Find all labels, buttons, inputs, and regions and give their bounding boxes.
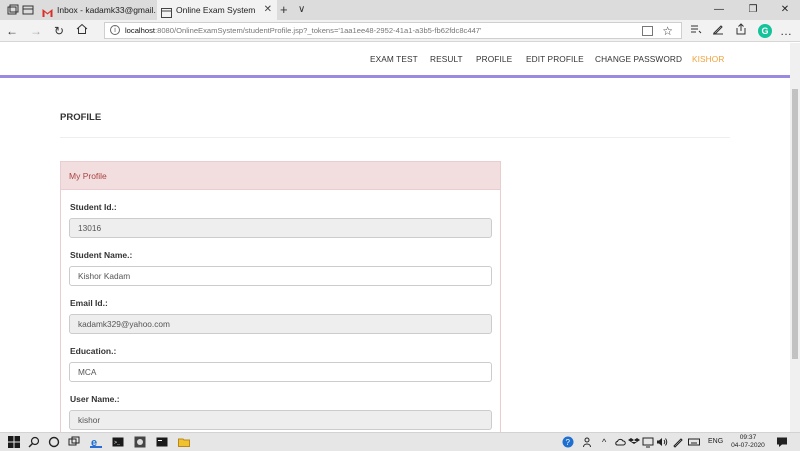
home-icon[interactable]	[74, 23, 90, 39]
action-center-icon[interactable]	[776, 436, 788, 448]
task-view-icon[interactable]	[68, 436, 80, 448]
dropbox-icon[interactable]	[628, 436, 640, 448]
show-hidden-icons-icon[interactable]: ^	[602, 435, 606, 449]
url-text[interactable]: localhost:8080/OnlineExamSystem/studentP…	[125, 23, 481, 39]
command-prompt-icon[interactable]: >_	[112, 436, 124, 448]
people-icon[interactable]	[582, 436, 594, 448]
user-name-field[interactable]	[69, 410, 492, 430]
nav-user-kishor[interactable]: KISHOR	[692, 54, 724, 64]
gmail-icon	[42, 5, 53, 17]
favorites-hub-icon[interactable]	[688, 23, 704, 39]
close-tab-icon[interactable]: ✕	[264, 0, 272, 20]
favorite-star-icon[interactable]: ☆	[662, 23, 673, 39]
email-id-field[interactable]	[69, 314, 492, 334]
svg-text:?: ?	[566, 438, 571, 447]
education-label: Education.:	[70, 346, 117, 356]
refresh-icon[interactable]: ↻	[51, 23, 67, 39]
clock-time: 09:37	[739, 434, 757, 441]
search-icon[interactable]	[28, 436, 40, 448]
tab-inbox[interactable]: Inbox - kadamk33@gmail.c	[38, 0, 156, 20]
page-icon	[161, 5, 172, 18]
network-icon[interactable]	[642, 436, 654, 448]
browser-toolbar: ← → ↻ i localhost:8080/OnlineExamSystem/…	[0, 20, 800, 42]
minimize-button[interactable]: —	[704, 0, 734, 20]
tab-online-exam-system[interactable]: Online Exam System ✕	[157, 0, 277, 20]
user-name-label: User Name.:	[70, 394, 120, 404]
terminal-icon[interactable]	[156, 436, 168, 448]
reading-view-icon[interactable]	[642, 26, 653, 36]
tab-label: Inbox - kadamk33@gmail.c	[57, 5, 156, 15]
student-id-field[interactable]	[69, 218, 492, 238]
tab-list-button[interactable]: ∨	[298, 2, 305, 18]
panel-heading: My Profile	[61, 162, 500, 190]
profile-panel: My Profile Student Id.: Student Name.: E…	[60, 161, 501, 432]
nav-exam-test[interactable]: EXAM TEST	[370, 54, 418, 64]
student-name-label: Student Name.:	[70, 250, 133, 260]
svg-text:>_: >_	[114, 440, 121, 446]
email-id-label: Email Id.:	[70, 298, 108, 308]
address-bar[interactable]: i localhost:8080/OnlineExamSystem/studen…	[104, 22, 682, 39]
volume-icon[interactable]	[656, 436, 668, 448]
cloud-icon[interactable]	[614, 436, 626, 448]
forward-icon[interactable]: →	[28, 23, 44, 39]
clock-date: 04-07-2020	[731, 442, 765, 449]
web-note-icon[interactable]	[710, 23, 726, 39]
edge-browser-icon[interactable]: e	[90, 436, 102, 449]
svg-text:e: e	[91, 437, 97, 448]
close-window-button[interactable]: ✕	[770, 0, 800, 20]
windows-start-icon[interactable]	[8, 436, 20, 448]
share-icon[interactable]	[733, 23, 749, 39]
grammarly-extension-icon[interactable]: G	[758, 24, 772, 38]
tab-set-aside-icon[interactable]	[21, 3, 35, 17]
cortana-icon[interactable]	[48, 436, 60, 448]
student-name-field[interactable]	[69, 266, 492, 286]
page-viewport: EXAM TEST RESULT PROFILE EDIT PROFILE CH…	[0, 43, 790, 432]
app-icon[interactable]	[134, 436, 146, 448]
pen-icon[interactable]	[672, 436, 684, 448]
panel-title: My Profile	[69, 171, 107, 181]
more-options-icon[interactable]: …	[778, 23, 794, 39]
windows-taskbar: e >_ ? ^ ENG 09:37 04-07-2020	[0, 432, 800, 451]
page-scrollbar[interactable]	[790, 43, 800, 432]
maximize-button[interactable]: ❐	[738, 0, 768, 20]
file-explorer-icon[interactable]	[178, 436, 190, 448]
help-icon[interactable]: ?	[562, 436, 574, 448]
tab-actions-icon[interactable]	[6, 3, 20, 17]
education-field[interactable]	[69, 362, 492, 382]
scrollbar-thumb[interactable]	[792, 89, 798, 359]
divider	[60, 137, 730, 138]
browser-tab-strip: Inbox - kadamk33@gmail.c Online Exam Sys…	[0, 0, 800, 20]
nav-edit-profile[interactable]: EDIT PROFILE	[526, 54, 584, 64]
page-title: PROFILE	[60, 112, 102, 123]
nav-change-password[interactable]: CHANGE PASSWORD	[595, 54, 682, 64]
keyboard-icon[interactable]	[688, 436, 700, 448]
input-language[interactable]: ENG	[708, 435, 723, 449]
tab-label: Online Exam System	[176, 5, 256, 15]
nav-profile[interactable]: PROFILE	[476, 54, 512, 64]
system-clock[interactable]: 09:37 04-07-2020	[730, 434, 766, 450]
student-id-label: Student Id.:	[70, 202, 117, 212]
new-tab-button[interactable]: +	[280, 2, 288, 18]
site-navbar: EXAM TEST RESULT PROFILE EDIT PROFILE CH…	[0, 43, 790, 78]
site-info-icon[interactable]: i	[110, 25, 120, 35]
nav-result[interactable]: RESULT	[430, 54, 463, 64]
back-icon[interactable]: ←	[4, 23, 20, 39]
